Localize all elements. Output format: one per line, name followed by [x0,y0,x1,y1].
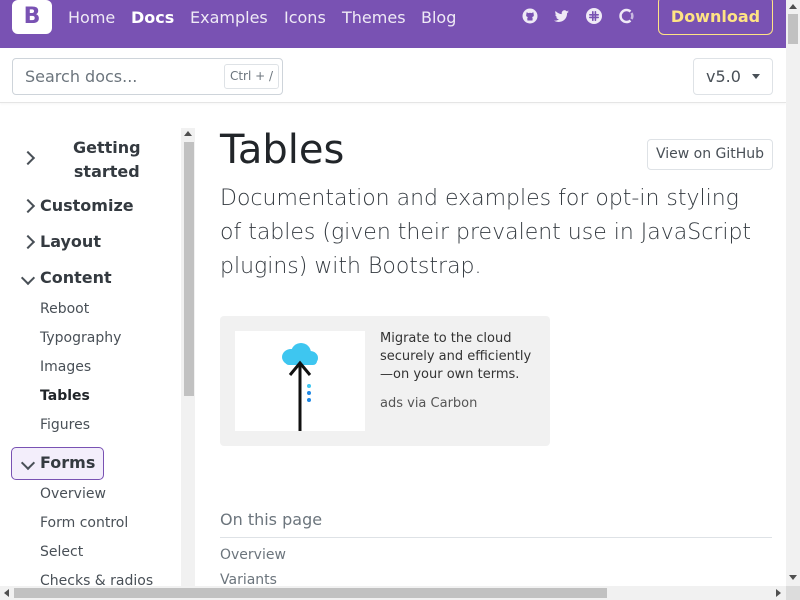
sidebar-item-tables[interactable]: Tables [40,388,90,404]
sidebar-group-content[interactable]: Content [40,268,112,287]
scroll-up-arrow-icon[interactable] [184,131,192,136]
sidebar-item-images[interactable]: Images [40,359,91,375]
sidebar-group-customize[interactable]: Customize [40,196,134,215]
view-on-github-button[interactable]: View on GitHub [647,139,773,170]
sidebar-item-typography[interactable]: Typography [40,330,121,346]
ad-credit-link[interactable]: ads via Carbon [380,396,477,411]
page-lead: Documentation and examples for opt-in st… [220,182,780,284]
sidebar-group-layout[interactable]: Layout [40,232,101,251]
nav-examples[interactable]: Examples [190,8,268,27]
nav-icons[interactable]: Icons [284,8,326,27]
download-button[interactable]: Download [658,0,773,35]
carbon-ad[interactable]: Migrate to the cloud securely and effici… [220,316,550,446]
toc-divider [220,537,772,538]
sidebar-group-label: started [73,162,140,181]
sidebar-group-label: Getting [73,138,141,157]
scroll-up-arrow-icon[interactable] [789,4,797,9]
github-icon[interactable] [522,8,538,24]
version-dropdown[interactable]: v5.0 [693,58,773,95]
scroll-right-arrow-icon[interactable] [776,589,781,597]
sidebar-item-overview[interactable]: Overview [40,486,106,502]
sidebar-item-reboot[interactable]: Reboot [40,301,89,317]
ad-text-line: —on your own terms. [380,367,520,382]
sidebar-item-form-control[interactable]: Form control [40,515,128,531]
scrollbar-corner [786,586,800,600]
toc-link-overview[interactable]: Overview [220,547,286,563]
twitter-icon[interactable] [554,8,570,24]
scroll-left-arrow-icon[interactable] [4,589,9,597]
sidebar-item-figures[interactable]: Figures [40,417,90,433]
page-vertical-scrollbar-thumb[interactable] [788,14,798,44]
nav-themes[interactable]: Themes [342,8,406,27]
ad-text-line: securely and efficiently [380,349,532,364]
ad-text-line: Migrate to the cloud [380,331,512,346]
lead-line: Documentation and examples for opt-in st… [220,186,739,211]
nav-docs[interactable]: Docs [131,8,174,27]
sidebar-group-forms[interactable]: Forms [40,453,95,472]
sidebar-scrollbar-thumb[interactable] [184,142,194,396]
ad-text[interactable]: Migrate to the cloud securely and effici… [380,330,540,384]
toc-title: On this page [220,510,323,529]
scroll-down-arrow-icon[interactable] [789,575,797,580]
search-placeholder: Search docs... [25,67,138,86]
chevron-down-icon [752,74,760,79]
cloud-upload-icon [282,343,318,431]
page-horizontal-scrollbar-thumb[interactable] [14,588,607,598]
top-navbar: B Home Docs Examples Icons Themes Blog D… [0,0,786,48]
slack-icon[interactable] [586,8,602,24]
nav-blog[interactable]: Blog [421,8,456,27]
page-vertical-scrollbar[interactable] [786,0,800,586]
page-title: Tables [220,127,345,173]
search-shortcut-hint: Ctrl + / [224,64,279,89]
lead-line: plugins) with Bootstrap. [220,254,482,279]
lead-line: of tables (given their prevalent use in … [220,220,752,245]
version-label: v5.0 [706,67,741,86]
sidebar-item-select[interactable]: Select [40,544,83,560]
nav-home[interactable]: Home [68,8,115,27]
search-input[interactable]: Search docs... Ctrl + / [12,58,283,95]
ad-image[interactable] [235,331,365,431]
bootstrap-logo[interactable]: B [12,0,52,34]
docs-subbar: Search docs... Ctrl + / v5.0 [0,48,786,103]
opencollective-icon[interactable] [618,8,634,24]
sidebar-group-getting-started[interactable]: Getting started [73,136,141,184]
